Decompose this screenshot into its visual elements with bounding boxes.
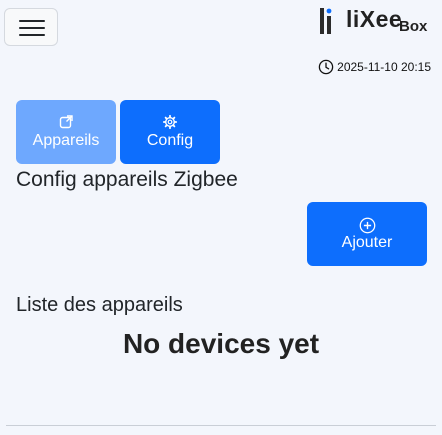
tab-appareils[interactable]: Appareils — [16, 100, 116, 164]
device-list-title: Liste des appareils — [16, 294, 183, 316]
hamburger-line — [19, 27, 45, 29]
clock-icon — [318, 59, 334, 75]
empty-list-message: No devices yet — [122, 328, 320, 359]
logo-mark-icon — [320, 8, 332, 34]
plus-circle-icon — [359, 217, 375, 233]
menu-toggle-button[interactable] — [4, 8, 58, 46]
datetime-display: 2025-11-10 20:15 — [318, 59, 431, 75]
tab-label: Appareils — [32, 132, 100, 149]
add-button-label: Ajouter — [341, 233, 393, 251]
logo-text: liXee — [346, 6, 403, 32]
datetime-text: 2025-11-10 20:15 — [337, 60, 431, 74]
page-title: Config appareils Zigbee — [16, 168, 238, 191]
external-link-icon — [59, 115, 73, 129]
tab-label: Config — [146, 132, 194, 149]
hamburger-line — [19, 20, 45, 22]
add-device-button[interactable]: Ajouter — [307, 202, 427, 266]
tab-config[interactable]: Config — [120, 100, 220, 164]
logo-suffix: Box — [399, 18, 428, 35]
hamburger-line — [19, 34, 45, 36]
gear-icon — [162, 114, 178, 130]
divider — [6, 425, 436, 426]
